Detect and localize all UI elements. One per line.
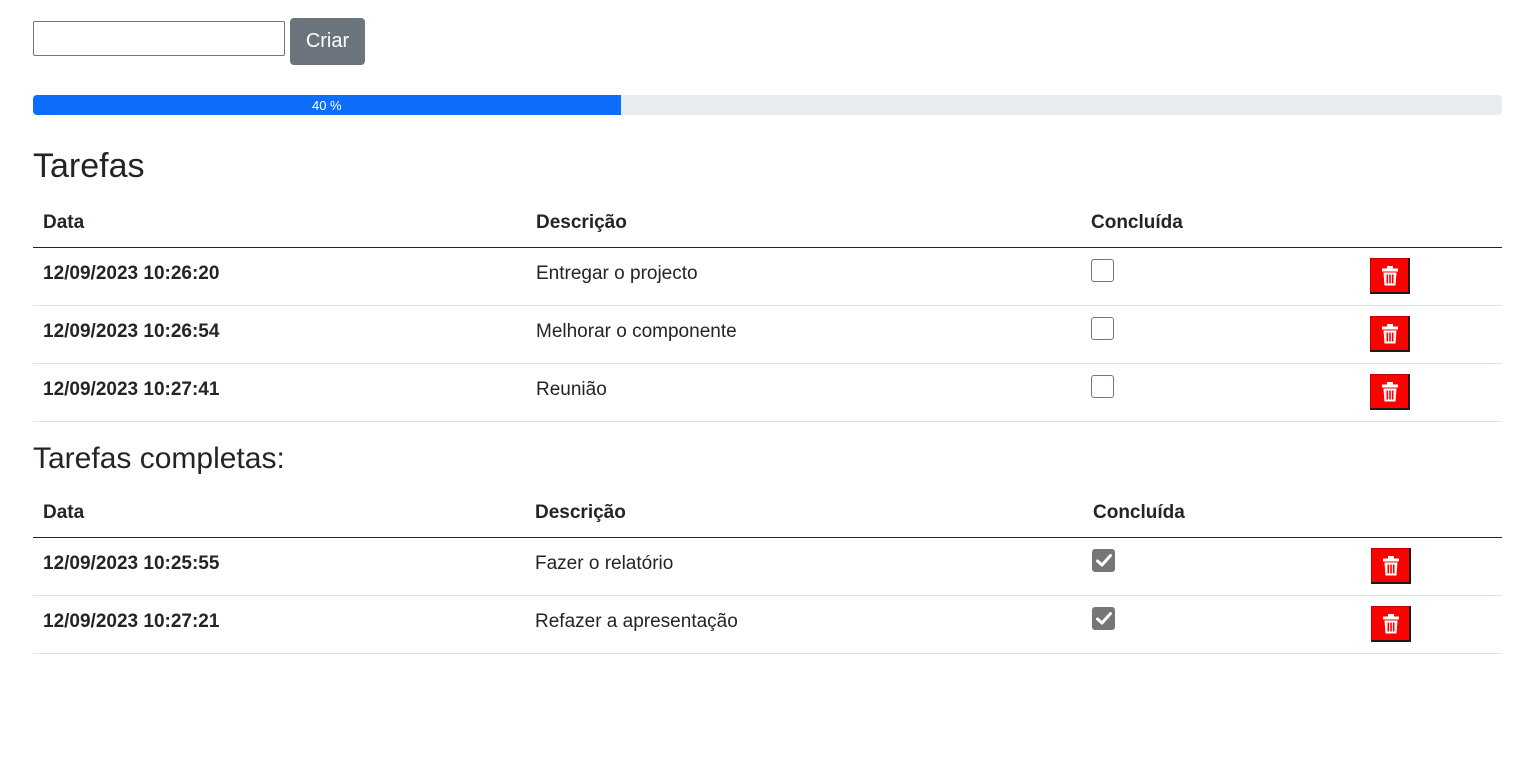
table-row: 12/09/2023 10:27:41 Reunião — [33, 364, 1502, 422]
task-description: Fazer o relatório — [535, 553, 674, 574]
done-checkbox[interactable] — [1092, 549, 1115, 572]
table-row: 12/09/2023 10:26:20 Entregar o projecto — [33, 248, 1502, 306]
tasks-table-body: 12/09/2023 10:26:20 Entregar o projecto 12… — [33, 248, 1502, 422]
header-done: Concluída — [1091, 212, 1183, 233]
delete-button[interactable] — [1370, 316, 1410, 352]
delete-button[interactable] — [1371, 548, 1411, 584]
header-date: Data — [43, 212, 85, 233]
table-header: Data Descrição Concluída — [33, 197, 1502, 248]
completed-table: Data Descrição Concluída 12/09/2023 10:2… — [33, 487, 1502, 654]
completed-title: Tarefas completas: — [33, 442, 285, 475]
delete-button[interactable] — [1370, 258, 1410, 294]
progress-label: 40 % — [311, 97, 342, 113]
table-row: 12/09/2023 10:26:54 Melhorar o componente — [33, 306, 1502, 364]
completed-table-body: 12/09/2023 10:25:55 Fazer o relatório 12/0… — [33, 538, 1502, 654]
trash-icon — [1381, 265, 1398, 285]
header-description: Descrição — [535, 502, 626, 523]
task-date: 12/09/2023 10:27:41 — [43, 379, 220, 400]
progress-bar-track: 40 % — [33, 95, 1502, 115]
task-date: 12/09/2023 10:27:21 — [43, 611, 220, 632]
task-description: Entregar o projecto — [536, 263, 698, 284]
task-description: Melhorar o componente — [536, 321, 737, 342]
page: Criar 40 % Tarefas Data Descrição Conclu… — [0, 0, 1527, 761]
trash-icon — [1381, 381, 1398, 401]
tasks-table: Data Descrição Concluída 12/09/2023 10:2… — [33, 197, 1502, 422]
trash-icon — [1382, 555, 1399, 575]
tasks-title: Tarefas — [33, 147, 145, 185]
table-header: Data Descrição Concluída — [33, 487, 1502, 538]
trash-icon — [1381, 323, 1398, 343]
done-checkbox[interactable] — [1092, 607, 1115, 630]
progress-bar-fill: 40 % — [33, 95, 621, 115]
checkmark-icon — [1095, 612, 1112, 625]
table-row: 12/09/2023 10:25:55 Fazer o relatório — [33, 538, 1502, 596]
done-checkbox[interactable] — [1091, 259, 1114, 282]
create-button[interactable]: Criar — [290, 18, 365, 65]
task-date: 12/09/2023 10:26:54 — [43, 321, 220, 342]
done-checkbox[interactable] — [1091, 317, 1114, 340]
task-date: 12/09/2023 10:26:20 — [43, 263, 220, 284]
task-input[interactable] — [33, 21, 285, 56]
task-date: 12/09/2023 10:25:55 — [43, 553, 220, 574]
task-description: Refazer a apresentação — [535, 611, 738, 632]
done-checkbox[interactable] — [1091, 375, 1114, 398]
table-row: 12/09/2023 10:27:21 Refazer a apresentaçã… — [33, 596, 1502, 654]
checkmark-icon — [1095, 554, 1112, 567]
trash-icon — [1382, 613, 1399, 633]
header-date: Data — [43, 502, 85, 523]
header-description: Descrição — [536, 212, 627, 233]
delete-button[interactable] — [1371, 606, 1411, 642]
task-description: Reunião — [536, 379, 607, 400]
header-done: Concluída — [1093, 502, 1185, 523]
delete-button[interactable] — [1370, 374, 1410, 410]
